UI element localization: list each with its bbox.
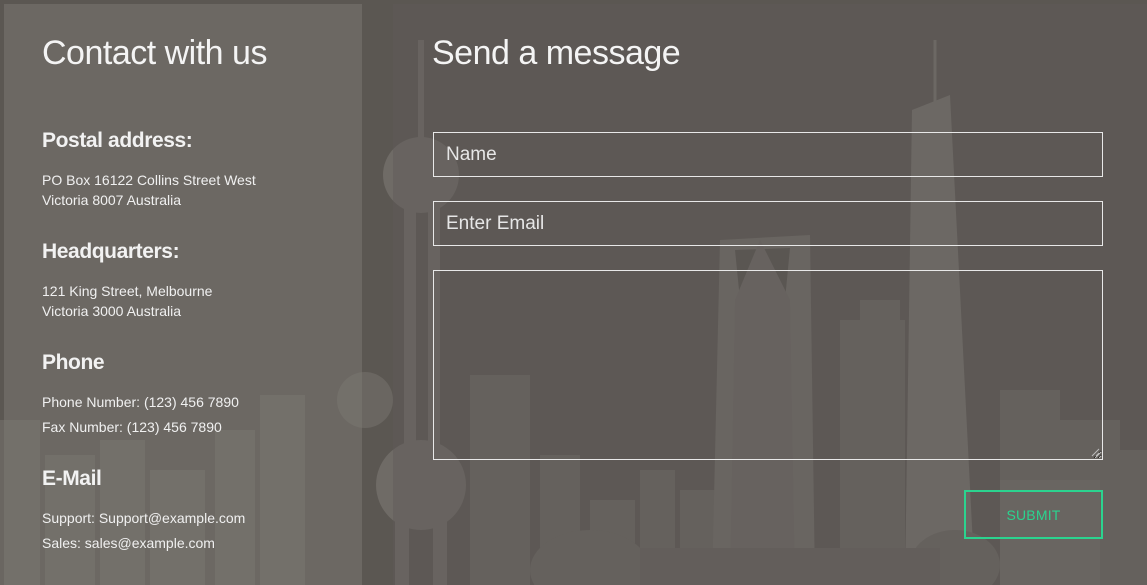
phone-number: Phone Number: (123) 456 7890 [42, 394, 239, 410]
phone-heading: Phone [42, 351, 105, 374]
email-input[interactable] [433, 201, 1103, 246]
headquarters-line1: 121 King Street, Melbourne [42, 283, 213, 299]
headquarters-line2: Victoria 3000 Australia [42, 303, 182, 319]
sales-email: Sales: sales@example.com [42, 535, 215, 551]
name-input[interactable] [433, 132, 1103, 177]
resize-handle-icon[interactable] [1090, 447, 1100, 457]
postal-address-line2: Victoria 8007 Australia [42, 192, 182, 208]
postal-address-line1: PO Box 16122 Collins Street West [42, 172, 256, 188]
postal-address-heading: Postal address: [42, 129, 193, 152]
headquarters-heading: Headquarters: [42, 240, 180, 263]
submit-button[interactable]: SUBMIT [964, 490, 1103, 539]
email-heading: E-Mail [42, 467, 102, 490]
fax-number: Fax Number: (123) 456 7890 [42, 419, 222, 435]
message-textarea[interactable] [433, 270, 1103, 460]
contact-title: Contact with us [42, 34, 267, 72]
support-email: Support: Support@example.com [42, 510, 246, 526]
form-title: Send a message [432, 34, 681, 72]
